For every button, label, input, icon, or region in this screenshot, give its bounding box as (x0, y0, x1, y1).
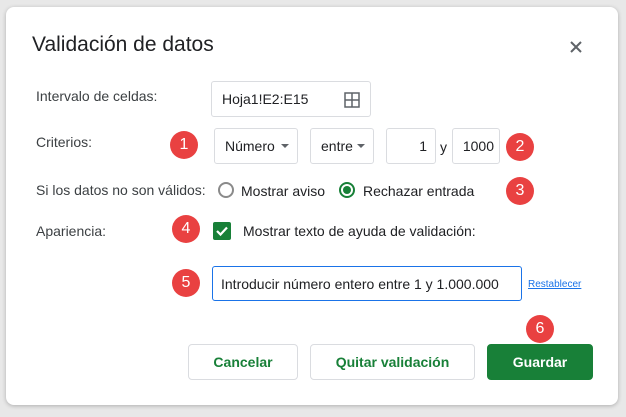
min-value-input[interactable]: 1 (386, 128, 436, 164)
save-button[interactable]: Guardar (487, 344, 593, 380)
criteria-type-value: Número (225, 138, 275, 154)
remove-validation-button[interactable]: Quitar validación (310, 344, 475, 380)
radio-show-warning[interactable] (218, 182, 234, 198)
criteria-operator-value: entre (321, 138, 353, 154)
range-label: Intervalo de celdas: (36, 88, 158, 104)
help-text-value: Introducir número entero entre 1 y 1.000… (221, 275, 499, 292)
range-input[interactable]: Hoja1!E2:E15 (211, 81, 371, 117)
chevron-down-icon (357, 144, 365, 148)
invalid-data-label: Si los datos no son válidos: (36, 182, 206, 198)
checkmark-icon (216, 226, 228, 237)
range-value: Hoja1!E2:E15 (222, 91, 309, 107)
reject-input-label[interactable]: Rechazar entrada (363, 183, 474, 199)
data-validation-dialog: Validación de datos Intervalo de celdas:… (6, 7, 618, 405)
criteria-type-select[interactable]: Número (214, 128, 298, 164)
cancel-button[interactable]: Cancelar (188, 344, 298, 380)
show-warning-label[interactable]: Mostrar aviso (241, 183, 325, 199)
criteria-operator-select[interactable]: entre (310, 128, 374, 164)
dialog-title: Validación de datos (32, 33, 214, 56)
criteria-label: Criterios: (36, 134, 93, 150)
min-value: 1 (419, 138, 427, 154)
max-value-input[interactable]: 1000 (452, 128, 500, 164)
step-badge-1: 1 (170, 131, 198, 159)
chevron-down-icon (281, 144, 289, 148)
between-word: y (440, 139, 447, 155)
step-badge-5: 5 (172, 269, 200, 297)
help-text-checkbox[interactable] (213, 222, 231, 240)
radio-reject-input[interactable] (339, 182, 355, 198)
close-icon[interactable] (566, 37, 586, 57)
step-badge-6: 6 (526, 315, 554, 343)
help-text-input[interactable]: Introducir número entero entre 1 y 1.000… (212, 266, 522, 301)
appearance-label: Apariencia: (36, 223, 107, 239)
max-value: 1000 (462, 138, 494, 154)
reset-link[interactable]: Restablecer (528, 279, 581, 290)
step-badge-4: 4 (172, 215, 200, 243)
help-text-checkbox-label[interactable]: Mostrar texto de ayuda de validación: (243, 223, 476, 239)
step-badge-2: 2 (506, 133, 534, 161)
step-badge-3: 3 (506, 177, 534, 205)
grid-select-icon[interactable] (344, 92, 360, 111)
